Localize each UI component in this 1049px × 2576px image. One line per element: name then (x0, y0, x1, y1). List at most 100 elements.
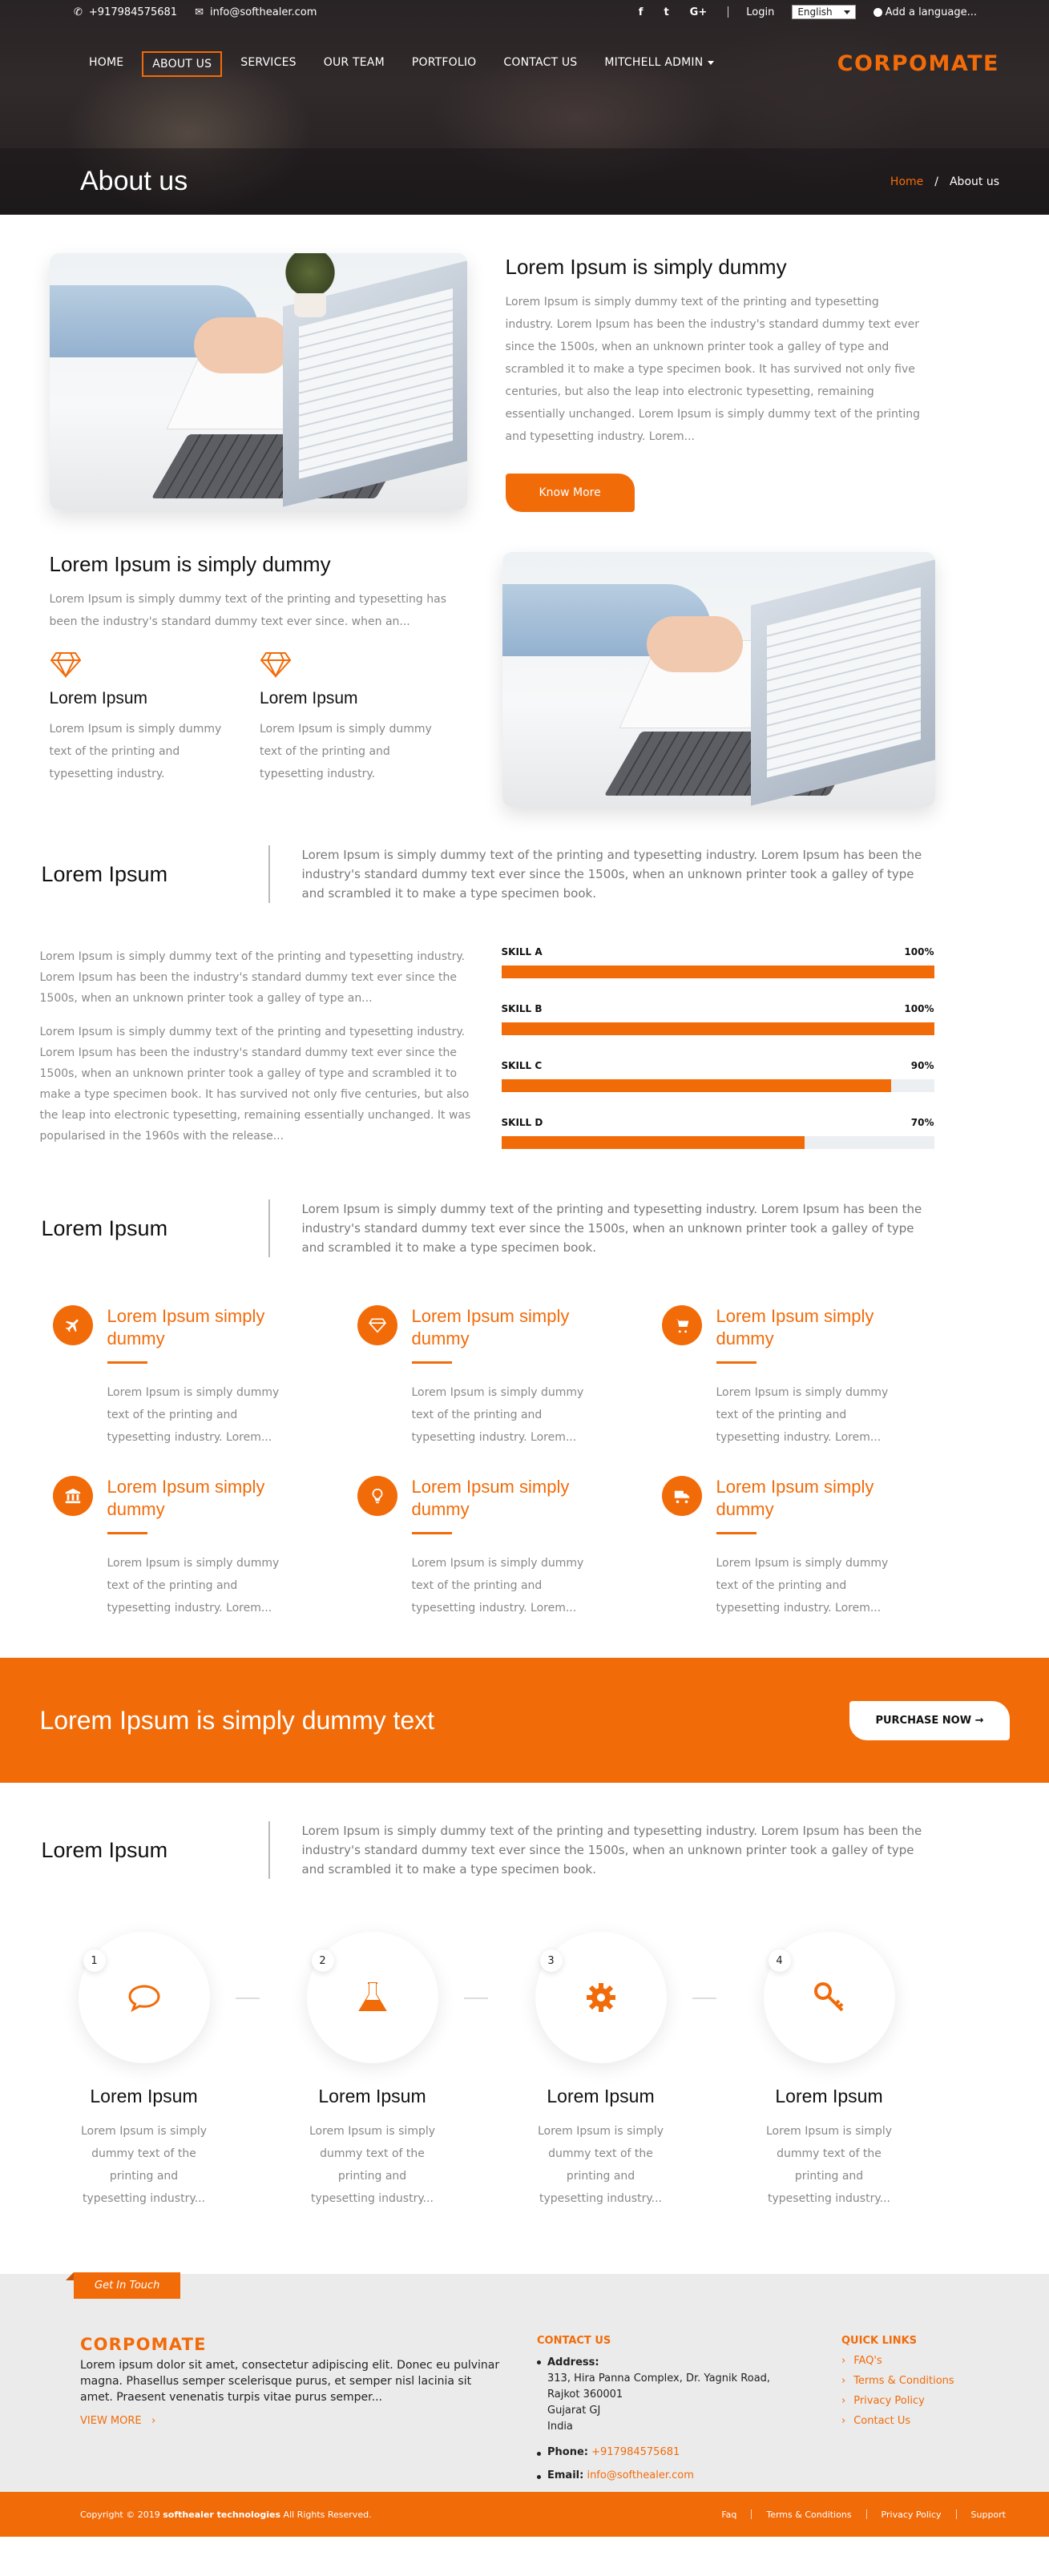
vertical-divider (268, 845, 270, 903)
quick-link-label: FAQ's (853, 2355, 882, 2367)
footer-link-privacy[interactable]: Privacy Policy (882, 2509, 942, 2520)
nav-home[interactable]: HOME (80, 51, 132, 77)
feature-body: Lorem Ipsum is simply dummy text of the … (716, 1386, 889, 1444)
feature-body: Lorem Ipsum is simply dummy text of the … (411, 1557, 584, 1615)
quick-link[interactable]: › Contact Us (841, 2415, 954, 2427)
nav-about-us[interactable]: ABOUT US (142, 51, 223, 77)
google-plus-icon[interactable]: G+ (690, 6, 708, 18)
login-link[interactable]: Login (746, 6, 774, 18)
skill-bar: SKILL B 100% (501, 1003, 934, 1035)
footer-phone-link[interactable]: +917984575681 (591, 2446, 680, 2458)
process-content: Lorem Ipsum Lorem Ipsum is simply dummy … (40, 1821, 1010, 2210)
features-grid: Lorem Ipsum simply dummy Lorem Ipsum is s… (40, 1257, 1010, 1619)
copyright-prefix: Copyright © 2019 (80, 2509, 160, 2520)
feature-title: Lorem Ipsum simply dummy (716, 1477, 874, 1519)
nav-portfolio[interactable]: PORTFOLIO (403, 51, 486, 77)
process-step: 2 Lorem Ipsum Lorem Ipsum is simply dumm… (306, 1932, 535, 2210)
second-col-title: Lorem Ipsum (260, 689, 358, 707)
chevron-down-icon (708, 60, 715, 65)
feature-body: Lorem Ipsum is simply dummy text of the … (411, 1386, 584, 1444)
feature-title: Lorem Ipsum simply dummy (411, 1306, 570, 1348)
email-label: Email: (547, 2469, 584, 2481)
office-photo (49, 253, 467, 510)
step-connector (692, 1998, 716, 1999)
breadcrumb-home[interactable]: Home (890, 175, 923, 188)
feature-title: Lorem Ipsum simply dummy (716, 1306, 874, 1348)
address-line: India (547, 2421, 573, 2433)
skill-fill (501, 965, 934, 978)
email-link[interactable]: ✉ info@softhealer.com (195, 6, 317, 18)
phone-link[interactable]: ✆ +917984575681 (74, 6, 177, 18)
intro-section: Lorem Ipsum is simply dummy Lorem Ipsum … (40, 215, 1010, 512)
twitter-icon[interactable]: t (664, 6, 668, 18)
process-step: 4 Lorem Ipsum Lorem Ipsum is simply dumm… (763, 1932, 992, 2210)
phone-text: +917984575681 (88, 6, 178, 18)
chevron-right-icon: › (144, 2415, 156, 2427)
view-more-link[interactable]: VIEW MORE › (80, 2415, 537, 2427)
site-footer: Get In Touch CORPOMATE Lorem ipsum dolor… (0, 2272, 1049, 2537)
copyright-company[interactable]: softhealer technologies (163, 2509, 280, 2520)
address-line: Gujarat GJ (547, 2405, 601, 2417)
hero-header: ✆ +917984575681 ✉ info@softhealer.com f … (0, 0, 1049, 215)
quick-link[interactable]: › FAQ's (841, 2355, 954, 2367)
flask-icon (357, 1982, 387, 2011)
feature-card: Lorem Ipsum simply dummy Lorem Ipsum is s… (661, 1476, 966, 1619)
quick-link[interactable]: › Terms & Conditions (841, 2375, 954, 2387)
chevron-down-icon (843, 10, 850, 14)
step-connector (463, 1998, 488, 1999)
key-icon (813, 1982, 843, 2012)
phone-label: Phone: (547, 2446, 588, 2458)
vertical-divider (268, 1199, 270, 1257)
copyright-bar: Copyright © 2019 softhealer technologies… (0, 2492, 1049, 2537)
language-value: English (797, 6, 833, 18)
purchase-now-button[interactable]: PURCHASE NOW → (849, 1700, 1010, 1740)
social-links: f t G+ (639, 6, 710, 18)
diamond-icon (260, 652, 292, 678)
second-col-body: Lorem Ipsum is simply dummy text of the … (260, 723, 432, 780)
email-item: Email: info@softhealer.com (537, 2469, 841, 2481)
page-title: About us (80, 166, 188, 196)
bank-icon (52, 1476, 93, 1516)
feature-card: Lorem Ipsum simply dummy Lorem Ipsum is s… (52, 1476, 357, 1619)
contact-heading: CONTACT US (537, 2335, 611, 2347)
nav-user-menu[interactable]: MITCHELL ADMIN (595, 51, 723, 77)
skill-bar: SKILL A 100% (501, 946, 934, 978)
footer-logo[interactable]: CORPOMATE (80, 2335, 537, 2354)
skill-percent: 100% (904, 1003, 934, 1014)
step-title: Lorem Ipsum (318, 2086, 426, 2106)
footer-email-link[interactable]: info@softhealer.com (587, 2469, 693, 2481)
add-language-link[interactable]: Add a language... (873, 6, 977, 18)
second-col-body: Lorem Ipsum is simply dummy text of the … (49, 723, 222, 780)
step-connector (235, 1998, 260, 1999)
bulb-icon (357, 1476, 397, 1516)
feature-card: Lorem Ipsum simply dummy Lorem Ipsum is s… (661, 1305, 966, 1449)
breadcrumb: Home / About us (890, 175, 999, 188)
quick-link[interactable]: › Privacy Policy (841, 2395, 954, 2407)
step-number: 2 (311, 1949, 334, 1972)
language-select[interactable]: English (792, 5, 856, 19)
quick-link-label: Terms & Conditions (853, 2375, 954, 2387)
know-more-button[interactable]: Know More (505, 474, 635, 512)
plus-circle-icon (873, 7, 882, 17)
footer-link-terms[interactable]: Terms & Conditions (766, 2509, 851, 2520)
nav-contact-us[interactable]: CONTACT US (494, 51, 586, 77)
site-logo[interactable]: CORPOMATE (837, 51, 999, 76)
skills-paragraph: Lorem Ipsum is simply dummy text of the … (39, 950, 466, 1005)
nav-services[interactable]: SERVICES (232, 51, 305, 77)
footer-link-faq[interactable]: Faq (721, 2509, 736, 2520)
chevron-right-icon: › (841, 2395, 846, 2407)
chevron-right-icon: › (841, 2355, 846, 2367)
skill-fill (501, 1079, 891, 1092)
footer-link-support[interactable]: Support (971, 2509, 1006, 2520)
email-text: info@softhealer.com (209, 6, 317, 18)
second-section: Lorem Ipsum is simply dummy Lorem Ipsum … (40, 512, 1010, 807)
skill-percent: 100% (904, 946, 934, 957)
chevron-right-icon: › (841, 2375, 846, 2387)
address-item: Address: 313, Hira Panna Complex, Dr. Ya… (537, 2355, 841, 2435)
skill-bar: SKILL C 90% (501, 1060, 934, 1092)
skill-name: SKILL A (501, 946, 543, 957)
nav-our-team[interactable]: OUR TEAM (315, 51, 393, 77)
facebook-icon[interactable]: f (639, 6, 644, 18)
footer-about: Lorem ipsum dolor sit amet, consectetur … (80, 2359, 500, 2404)
envelope-icon: ✉ (195, 6, 204, 18)
